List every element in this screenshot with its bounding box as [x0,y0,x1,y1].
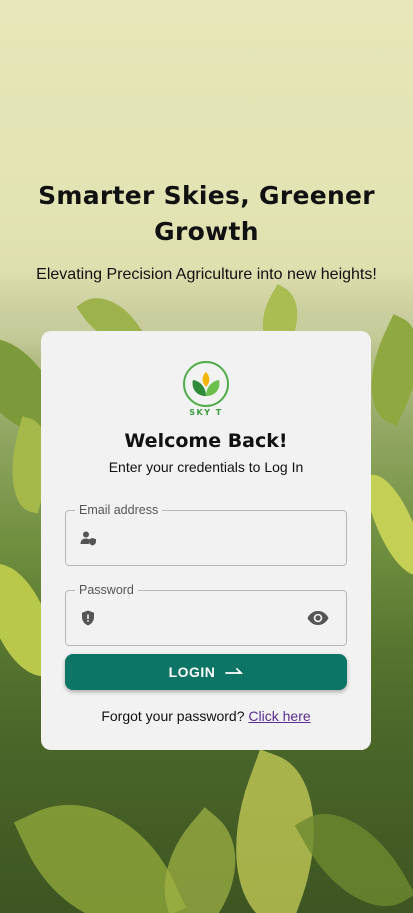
email-input[interactable] [106,521,300,555]
password-field[interactable]: Password [65,583,347,646]
hero-title: Smarter Skies, Greener Growth [38,181,375,246]
logo-text: SKY T [189,408,223,417]
leaf-decoration [13,771,187,913]
user-shield-icon [80,531,96,546]
login-card: SKY T Welcome Back! Enter your credentia… [41,331,371,750]
login-instructions: Enter your credentials to Log In [108,459,304,475]
hero-subtitle: Elevating Precision Agriculture into new… [36,266,377,283]
password-input[interactable] [106,601,300,635]
login-button[interactable]: LOGIN [65,654,347,690]
welcome-heading: Welcome Back! [124,430,288,452]
email-field[interactable]: Email address [65,503,347,566]
password-label: Password [75,583,138,597]
arrow-right-icon [225,668,244,674]
forgot-password-row: Forgot your password? Click here [41,708,371,724]
forgot-password-link[interactable]: Click here [248,708,310,724]
shield-icon [82,610,94,626]
email-label: Email address [75,503,163,517]
forgot-password-text: Forgot your password? [101,708,249,724]
sky-t-logo [183,361,229,407]
eye-icon[interactable] [307,609,329,627]
login-label: LOGIN [168,664,216,680]
